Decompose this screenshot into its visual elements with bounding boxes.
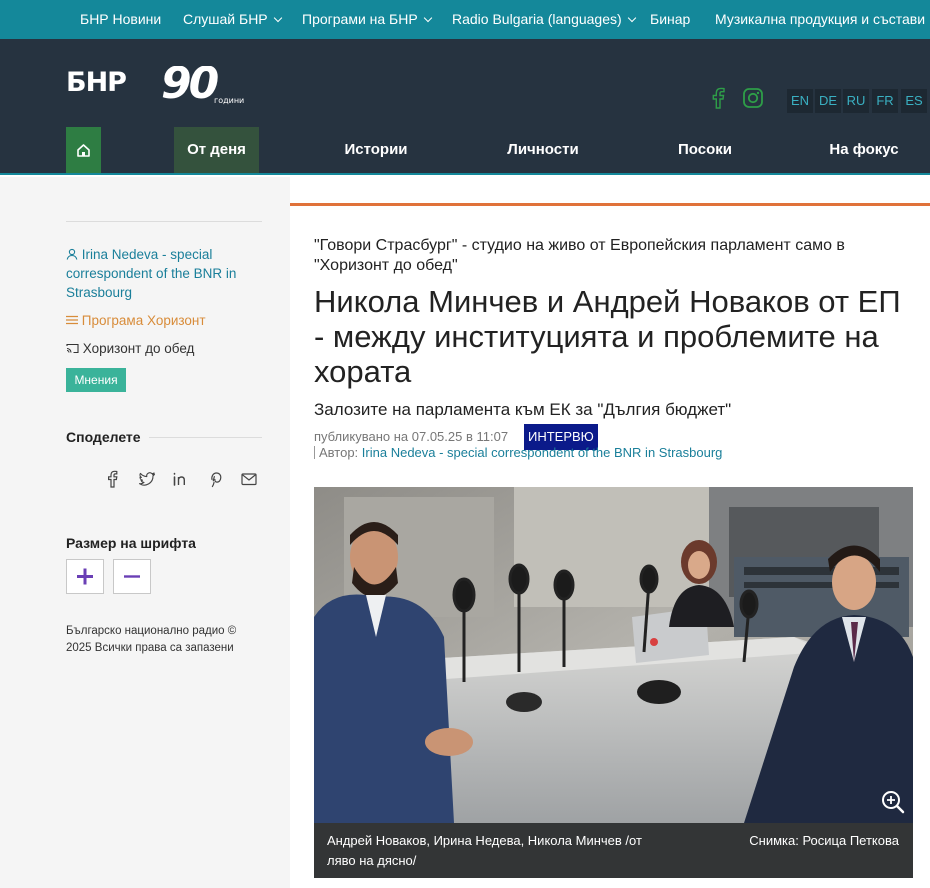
studio-photo-image: [314, 487, 913, 823]
left-sidebar: Irina Nedeva - special correspondent of …: [0, 177, 290, 888]
language-es[interactable]: ES: [901, 89, 927, 113]
sidebar-program-link[interactable]: Програма Хоризонт: [66, 311, 206, 330]
svg-text:години: години: [214, 96, 244, 105]
chevron-down-icon: [423, 13, 432, 23]
publish-date: публикувано на 07.05.25 в 11:07: [314, 429, 509, 444]
topnav-binar[interactable]: Бинар: [650, 0, 690, 39]
article-photo[interactable]: [314, 487, 913, 823]
topnav-bnr-programs[interactable]: Програми на БНР: [302, 0, 432, 39]
sidebar-author-link[interactable]: Irina Nedeva - special correspondent of …: [66, 245, 256, 302]
topnav-bnr-news[interactable]: БНР Новини: [80, 0, 161, 39]
copyright-text: Българско национално радио © 2025 Всички…: [66, 625, 237, 654]
language-de[interactable]: DE: [815, 89, 841, 113]
nav-tab-directions[interactable]: Посоки: [670, 127, 740, 173]
instagram-icon[interactable]: [742, 87, 764, 114]
photo-credit: Снимка: Росица Петкова: [749, 833, 899, 848]
language-fr[interactable]: FR: [872, 89, 898, 113]
nav-tab-personalities[interactable]: Личности: [500, 127, 586, 173]
font-size-title: Размер на шрифта: [66, 535, 204, 551]
plus-icon: [77, 568, 93, 585]
list-icon: [66, 315, 78, 325]
share-twitter-icon[interactable]: [138, 470, 156, 488]
share-facebook-icon[interactable]: [104, 470, 122, 488]
photo-caption-bar: Андрей Новаков, Ирина Недева, Никола Мин…: [314, 823, 913, 878]
article-author-link[interactable]: Irina Nedeva - special correspondent of …: [362, 445, 723, 460]
article-kicker: "Говори Страсбург" - студио на живо от Е…: [314, 237, 845, 274]
opinions-badge[interactable]: Мнения: [66, 368, 126, 392]
svg-text:БНР: БНР: [66, 67, 126, 98]
home-button[interactable]: [66, 127, 101, 173]
nav-tab-in-focus[interactable]: На фокус: [822, 127, 906, 173]
divider: [66, 221, 262, 222]
user-icon: [66, 248, 78, 260]
separator: [314, 446, 315, 459]
topnav-music-production[interactable]: Музикална продукция и състави: [715, 0, 925, 39]
share-pinterest-icon[interactable]: [206, 470, 224, 488]
minus-icon: [124, 575, 140, 578]
article-headline: Никола Минчев и Андрей Новаков от ЕП - м…: [314, 284, 901, 389]
share-title: Споделете: [66, 429, 149, 445]
article-subtitle: Залозите на парламента към ЕК за "Дългия…: [314, 400, 732, 419]
site-header: БНР 90 години EN DE RU FR ES От деня Ист…: [0, 39, 930, 175]
facebook-icon[interactable]: [708, 87, 728, 114]
font-increase-button[interactable]: [66, 559, 104, 594]
article-author: Автор: Irina Nedeva - special correspond…: [314, 445, 722, 460]
bnr-90-logo[interactable]: БНР 90 години: [66, 58, 256, 111]
nav-tab-from-the-day[interactable]: От деня: [174, 127, 259, 173]
topnav-listen-bnr[interactable]: Слушай БНР: [183, 0, 282, 39]
svg-text:90: 90: [161, 66, 219, 106]
home-icon: [77, 144, 90, 157]
font-decrease-button[interactable]: [113, 559, 151, 594]
topnav-radio-bulgaria[interactable]: Radio Bulgaria (languages): [452, 0, 636, 39]
language-en[interactable]: EN: [787, 89, 813, 113]
share-email-icon[interactable]: [240, 470, 258, 488]
article-accent-bar: [290, 203, 930, 206]
sidebar-show-link[interactable]: Хоризонт до обед: [66, 339, 194, 358]
share-linkedin-icon[interactable]: [172, 470, 190, 488]
language-ru[interactable]: RU: [843, 89, 869, 113]
chevron-down-icon: [273, 13, 282, 23]
photo-caption: Андрей Новаков, Ирина Недева, Никола Мин…: [327, 833, 642, 868]
nav-tab-stories[interactable]: Истории: [336, 127, 416, 173]
chevron-down-icon: [627, 13, 636, 23]
top-navigation-bar: БНР Новини Слушай БНР Програми на БНР Ra…: [0, 0, 930, 39]
cast-icon: [66, 343, 79, 354]
